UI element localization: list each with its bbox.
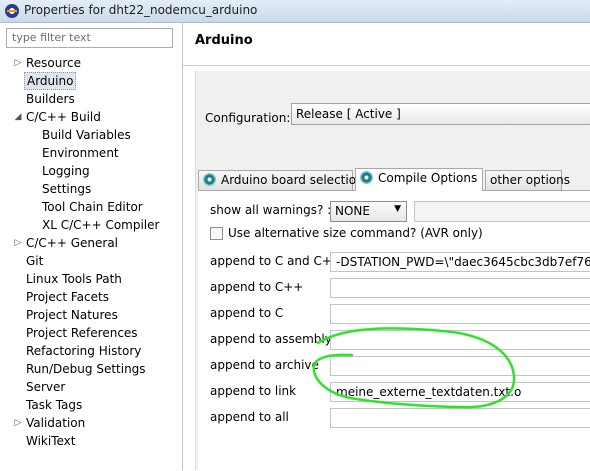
settings-panel: Configuration: Release [ Active ] Arduin… [195,71,590,471]
main-panel: Arduino Configuration: Release [ Active … [183,23,590,471]
eclipse-logo-icon [5,4,19,18]
sidebar-item-label: Arduino [24,72,77,90]
append-c-cpp-field[interactable]: -DSTATION_PWD=\"daec3645cbc3db7ef76a677 [330,252,590,272]
append-assembly-label: append to assembly [210,332,332,346]
append-link-field[interactable]: meine_externe_textdaten.txt.o [330,382,590,402]
sidebar-item-project-references[interactable]: Project References [0,324,182,342]
sidebar-item-run-debug-settings[interactable]: Run/Debug Settings [0,360,182,378]
warnings-extra-field[interactable] [414,201,590,222]
sidebar-item-task-tags[interactable]: Task Tags [0,396,182,414]
sidebar: type filter text ▷ Resource Arduino Builder… [0,23,183,470]
gear-icon [360,171,373,184]
sidebar-item-xl-c-c-compiler[interactable]: XL C/C++ Compiler [0,216,182,234]
collapsed-arrow-icon[interactable]: ▷ [13,234,23,252]
sidebar-item-label: Refactoring History [26,344,142,358]
sidebar-item-project-facets[interactable]: Project Facets [0,288,182,306]
sidebar-item-label: Server [26,380,66,394]
append-cpp-field[interactable] [330,278,590,298]
append-all-label: append to all [210,410,289,424]
sidebar-item-environment[interactable]: Environment [0,144,182,162]
sidebar-item-label: Logging [42,164,90,178]
sidebar-item-label: C/C++ Build [26,110,101,124]
sidebar-item-label: Environment [42,146,119,160]
sidebar-item-label: Resource [26,56,82,70]
configuration-select[interactable]: Release [ Active ] [291,103,590,125]
alt-size-checkbox[interactable] [210,227,223,240]
append-c-cpp-label: append to C and C++ [210,254,342,268]
tab-bar: Arduino board selection Compile Options … [198,168,590,191]
append-assembly-field[interactable] [330,330,590,350]
sidebar-item-label: Project Natures [26,308,118,322]
sidebar-item-build-variables[interactable]: Build Variables [0,126,182,144]
sidebar-item-label: Task Tags [26,398,83,412]
append-link-label: append to link [210,384,297,398]
sidebar-item-label: Validation [26,416,86,430]
dropdown-arrow-icon: ▼ [394,204,401,214]
sidebar-item-project-natures[interactable]: Project Natures [0,306,182,324]
sidebar-item-label: Build Variables [42,128,131,142]
sidebar-item-validation[interactable]: ▷ Validation [0,414,182,432]
sidebar-item-c-c-build[interactable]: ◢ C/C++ Build [0,108,182,126]
sidebar-item-label: XL C/C++ Compiler [42,218,160,232]
append-cpp-label: append to C++ [210,280,304,294]
filter-input[interactable]: type filter text [6,28,173,48]
sidebar-item-refactoring-history[interactable]: Refactoring History [0,342,182,360]
warnings-label: show all warnings? : [210,203,332,217]
sidebar-item-label: Tool Chain Editor [42,200,143,214]
append-archive-field[interactable] [330,356,590,376]
tab-other-options[interactable]: other options [485,170,570,190]
tab-label: Compile Options [378,171,478,185]
page-title: Arduino [195,33,253,48]
configuration-label: Configuration: [205,111,291,125]
tab-compile-options[interactable]: Compile Options [355,168,483,191]
sidebar-item-label: Linux Tools Path [26,272,122,286]
collapsed-arrow-icon[interactable]: ▷ [13,54,23,72]
title-bar: Properties for dht22_nodemcu_arduino [0,0,590,23]
title-divider [183,65,590,66]
warnings-value: NONE [335,204,370,218]
sidebar-item-label: WikiText [26,434,76,448]
alt-size-label: Use alternative size command? (AVR only) [228,226,483,240]
append-all-field[interactable] [330,408,590,428]
sidebar-item-builders[interactable]: Builders [0,90,182,108]
sidebar-item-logging[interactable]: Logging [0,162,182,180]
sidebar-item-label: Project References [26,326,138,340]
compile-options-panel: show all warnings? : NONE ▼ Use alternat… [198,190,590,471]
sidebar-item-server[interactable]: Server [0,378,182,396]
gear-icon [203,173,216,186]
sidebar-item-c-c-general[interactable]: ▷ C/C++ General [0,234,182,252]
append-c-field[interactable] [330,304,590,324]
sidebar-item-label: Run/Debug Settings [26,362,146,376]
sidebar-item-arduino[interactable]: Arduino [0,72,182,90]
append-archive-label: append to archive [210,358,319,372]
tab-arduino-board-selection[interactable]: Arduino board selection [198,170,364,190]
window-title: Properties for dht22_nodemcu_arduino [24,3,258,17]
sidebar-item-tool-chain-editor[interactable]: Tool Chain Editor [0,198,182,216]
property-tree: ▷ Resource Arduino Builders ◢ C/C++ Build Buil… [0,54,182,450]
tab-label: Arduino board selection [221,173,364,187]
collapsed-arrow-icon[interactable]: ▷ [13,414,23,432]
expanded-arrow-icon[interactable]: ◢ [13,108,23,126]
sidebar-item-label: Builders [26,92,75,106]
sidebar-item-label: Project Facets [26,290,109,304]
sidebar-item-settings[interactable]: Settings [0,180,182,198]
tab-label: other options [490,173,570,187]
sidebar-item-linux-tools-path[interactable]: Linux Tools Path [0,270,182,288]
sidebar-item-label: C/C++ General [26,236,119,250]
sidebar-item-resource[interactable]: ▷ Resource [0,54,182,72]
sidebar-item-label: Settings [42,182,92,196]
sidebar-item-wikitext[interactable]: WikiText [0,432,182,450]
sidebar-item-git[interactable]: Git [0,252,182,270]
sidebar-item-label: Git [26,254,44,268]
append-c-label: append to C [210,306,284,320]
warnings-select[interactable]: NONE ▼ [330,201,407,222]
